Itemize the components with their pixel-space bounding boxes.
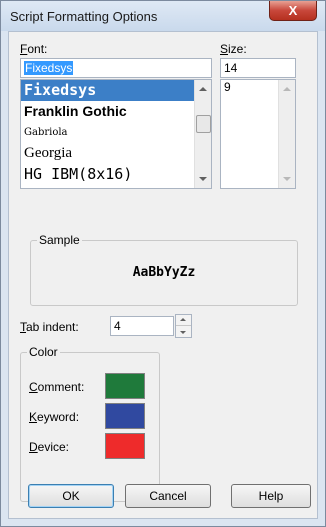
- font-list[interactable]: Fixedsys Franklin Gothic Gabriola Georgi…: [20, 79, 212, 189]
- tab-indent-spinner[interactable]: [175, 314, 192, 338]
- sample-group-title: Sample: [37, 233, 82, 247]
- size-input[interactable]: 14: [220, 58, 296, 78]
- scroll-up-icon[interactable]: [283, 87, 291, 91]
- scroll-down-icon[interactable]: [283, 177, 291, 181]
- spin-down-icon: [180, 331, 186, 334]
- dialog-body: Font: Size: Fixedsys 14 Fixedsys Frankli…: [8, 31, 318, 519]
- font-list-item[interactable]: Fixedsys: [21, 80, 211, 101]
- size-list[interactable]: 9: [220, 79, 296, 189]
- spin-up-button[interactable]: [176, 315, 191, 326]
- spin-up-icon: [180, 318, 186, 321]
- ok-button[interactable]: OK: [28, 484, 114, 508]
- tab-indent-value: 4: [114, 319, 121, 333]
- keyword-color-swatch[interactable]: [105, 403, 145, 429]
- scroll-up-icon[interactable]: [199, 87, 207, 91]
- size-label: Size:: [220, 42, 247, 56]
- device-color-label: Device:: [29, 440, 70, 454]
- sample-group: Sample AaBbYyZz: [30, 233, 298, 306]
- cancel-button[interactable]: Cancel: [125, 484, 211, 508]
- color-group: Color Comment: Keyword: Device:: [20, 345, 160, 502]
- keyword-color-label: Keyword:: [29, 410, 80, 424]
- sample-text: AaBbYyZz: [132, 265, 196, 280]
- size-list-scrollbar[interactable]: [278, 80, 295, 188]
- spin-down-button[interactable]: [176, 326, 191, 337]
- font-input-value: Fixedsys: [24, 61, 74, 75]
- font-label: Font:: [20, 42, 48, 56]
- font-list-item[interactable]: HG IBM(8x16): [21, 164, 211, 185]
- scroll-down-icon[interactable]: [199, 177, 207, 181]
- title-bar[interactable]: Script Formatting Options X: [1, 1, 325, 31]
- dialog-window: Script Formatting Options X Font: Size: …: [0, 0, 326, 527]
- color-group-title: Color: [27, 345, 60, 359]
- scroll-thumb[interactable]: [196, 115, 211, 133]
- font-list-item[interactable]: Franklin Gothic: [21, 101, 211, 122]
- help-button[interactable]: Help: [231, 484, 311, 508]
- close-button[interactable]: X: [269, 1, 317, 21]
- dialog-title: Script Formatting Options: [10, 9, 158, 24]
- font-list-item[interactable]: Georgia: [21, 143, 211, 164]
- comment-color-swatch[interactable]: [105, 373, 145, 399]
- font-list-scrollbar[interactable]: [194, 80, 211, 188]
- device-color-swatch[interactable]: [105, 433, 145, 459]
- tab-indent-label: Tab indent:: [20, 320, 79, 334]
- size-input-value: 14: [224, 61, 238, 75]
- font-list-item[interactable]: Gabriola: [21, 122, 211, 143]
- close-icon: X: [288, 3, 298, 18]
- comment-color-label: Comment:: [29, 380, 85, 394]
- tab-indent-input[interactable]: 4: [110, 316, 174, 336]
- font-input[interactable]: Fixedsys: [20, 58, 212, 78]
